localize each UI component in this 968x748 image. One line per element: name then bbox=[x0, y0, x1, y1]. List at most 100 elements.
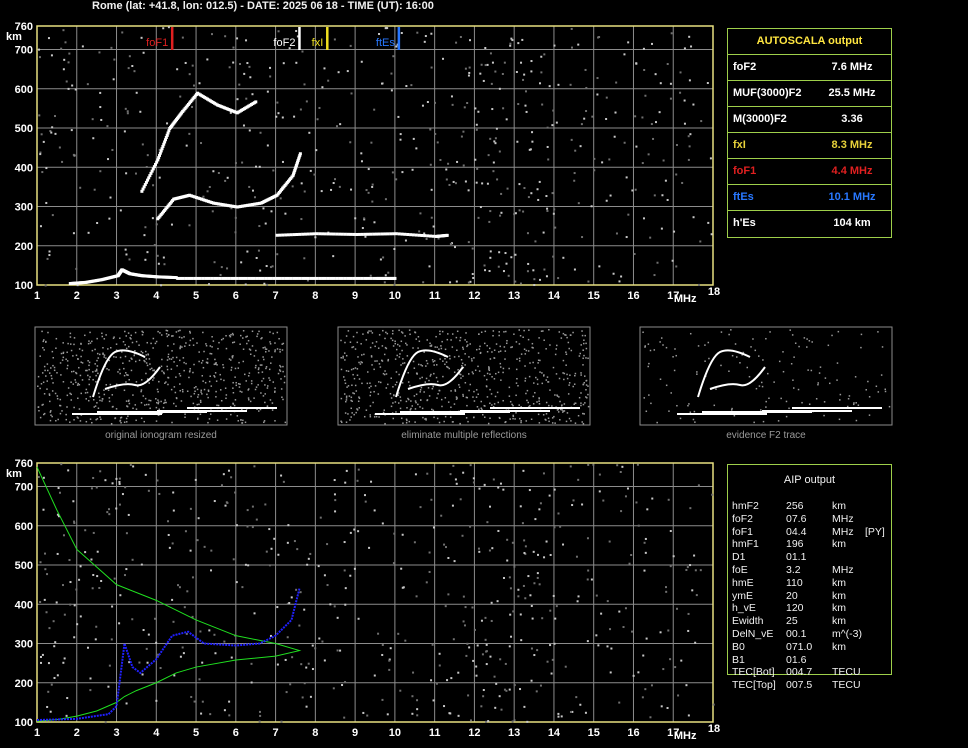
noise-dot bbox=[381, 698, 384, 701]
thumb-noise bbox=[197, 396, 199, 398]
thumb-noise bbox=[144, 404, 146, 406]
thumb-noise bbox=[44, 369, 46, 372]
noise-dot bbox=[462, 130, 465, 133]
noise-dot bbox=[334, 510, 337, 513]
noise-dot bbox=[627, 213, 630, 216]
thumb-noise bbox=[138, 344, 140, 346]
thumb-noise bbox=[230, 359, 232, 361]
thumb-noise bbox=[94, 348, 96, 351]
noise-dot bbox=[224, 179, 227, 182]
thumb-noise bbox=[574, 422, 577, 424]
noise-dot bbox=[305, 705, 308, 708]
noise-dot bbox=[666, 63, 669, 66]
noise-dot bbox=[404, 239, 407, 242]
trace-point bbox=[420, 233, 424, 237]
thumb-noise bbox=[89, 376, 91, 378]
thumb-noise bbox=[95, 381, 97, 383]
thumb-noise bbox=[419, 389, 422, 391]
noise-dot bbox=[67, 469, 70, 472]
thumb-noise bbox=[462, 393, 464, 396]
thumb-noise bbox=[508, 386, 511, 389]
thumb-noise bbox=[352, 392, 354, 394]
thumb-noise bbox=[266, 387, 269, 389]
thumb-noise bbox=[166, 359, 169, 361]
noise-dot bbox=[45, 201, 48, 204]
thumb-noise bbox=[811, 341, 813, 343]
noise-dot bbox=[689, 133, 692, 136]
thumb-noise bbox=[587, 385, 589, 387]
thumb-noise bbox=[538, 422, 541, 424]
thumb-noise bbox=[115, 408, 118, 410]
thumb-noise bbox=[158, 408, 160, 411]
thumb-noise bbox=[61, 410, 63, 412]
thumb-noise bbox=[580, 404, 582, 407]
noise-dot bbox=[353, 567, 356, 570]
noise-dot bbox=[234, 162, 237, 165]
thumb-noise bbox=[394, 358, 397, 360]
noise-dot bbox=[41, 653, 44, 656]
thumb-noise bbox=[720, 364, 722, 367]
noise-dot bbox=[489, 655, 492, 658]
thumb-noise bbox=[143, 359, 145, 362]
noise-dot bbox=[68, 52, 71, 55]
thumb-noise bbox=[440, 345, 442, 347]
noise-dot bbox=[555, 121, 558, 124]
thumb-noise bbox=[189, 332, 192, 334]
thumb-noise bbox=[483, 404, 485, 407]
noise-dot bbox=[58, 491, 61, 494]
thumb-noise bbox=[269, 343, 272, 345]
row-label: h'Es bbox=[733, 217, 756, 229]
thumb-noise bbox=[283, 375, 286, 378]
thumb-trace bbox=[490, 407, 580, 409]
y-tick-label: 600 bbox=[15, 521, 33, 533]
thumb-noise bbox=[161, 358, 163, 361]
thumb-noise bbox=[281, 349, 284, 351]
thumb-noise bbox=[162, 406, 165, 409]
thumb-noise bbox=[567, 393, 570, 395]
thumbnails bbox=[34, 326, 893, 426]
noise-dot bbox=[687, 158, 690, 161]
thumb-noise bbox=[282, 370, 284, 373]
thumb-noise bbox=[491, 351, 493, 353]
noise-dot bbox=[412, 671, 415, 674]
thumb-noise bbox=[377, 393, 380, 395]
noise-dot bbox=[438, 652, 441, 655]
thumb-noise bbox=[456, 330, 459, 333]
noise-dot bbox=[251, 93, 254, 96]
thumb-noise bbox=[491, 376, 493, 378]
noise-dot bbox=[146, 154, 149, 157]
thumb-noise bbox=[240, 419, 242, 421]
noise-dot bbox=[491, 547, 494, 550]
aip-unit: MHz bbox=[832, 525, 854, 538]
noise-dot bbox=[475, 674, 478, 677]
noise-dot bbox=[405, 85, 408, 88]
noise-dot bbox=[178, 586, 181, 589]
thumb-noise bbox=[175, 397, 178, 399]
trace-point bbox=[386, 232, 390, 236]
noise-dot bbox=[464, 606, 467, 609]
thumb-noise bbox=[526, 389, 529, 392]
thumb-noise bbox=[342, 376, 345, 378]
thumb-noise bbox=[520, 420, 522, 422]
thumb-noise bbox=[446, 365, 448, 368]
noise-dot bbox=[690, 45, 693, 48]
thumb-noise bbox=[402, 358, 404, 360]
noise-dot bbox=[513, 684, 516, 687]
thumb-noise bbox=[580, 344, 582, 346]
thumb-noise bbox=[88, 368, 90, 371]
thumb-noise bbox=[132, 407, 134, 410]
noise-dot bbox=[579, 145, 582, 148]
thumb-noise bbox=[231, 356, 234, 359]
thumb-noise bbox=[505, 330, 507, 333]
noise-dot bbox=[371, 183, 374, 186]
noise-dot bbox=[229, 111, 232, 114]
thumb-noise bbox=[573, 383, 576, 385]
thumb-noise bbox=[264, 401, 266, 404]
noise-dot bbox=[167, 520, 170, 523]
noise-dot bbox=[419, 212, 422, 215]
thumb-noise bbox=[397, 343, 399, 346]
trace-point bbox=[303, 276, 307, 280]
thumb-noise bbox=[466, 404, 468, 407]
noise-dot bbox=[445, 168, 448, 171]
noise-dot bbox=[482, 79, 485, 82]
